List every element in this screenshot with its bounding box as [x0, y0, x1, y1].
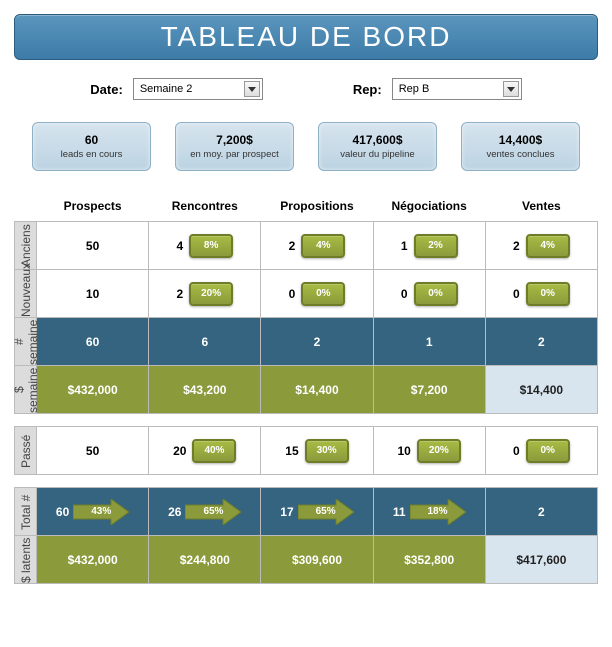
cell: 17 65%	[261, 488, 373, 536]
date-value: Semaine 2	[140, 83, 193, 95]
cell: $309,600	[261, 536, 373, 584]
cell: 2040%	[149, 427, 261, 475]
header-row: Prospects Rencontres Propositions Négoci…	[15, 195, 598, 222]
cell: $244,800	[149, 536, 261, 584]
cell: 60 43%	[37, 488, 149, 536]
cell: 00%	[485, 270, 597, 318]
pct-badge: 2%	[414, 234, 458, 258]
cell: 6	[149, 318, 261, 366]
row-label-total: Total #	[15, 488, 37, 536]
cell: $14,400	[485, 366, 597, 414]
cell: 1530%	[261, 427, 373, 475]
cell: 50	[37, 222, 149, 270]
cell: 24%	[485, 222, 597, 270]
col-negociations: Négociations	[373, 195, 485, 222]
rep-dropdown[interactable]: Rep B	[392, 78, 522, 100]
cell: 00%	[485, 427, 597, 475]
cell: 00%	[373, 270, 485, 318]
cell: 11 18%	[373, 488, 485, 536]
cell: $432,000	[37, 536, 149, 584]
cell: 2	[261, 318, 373, 366]
cell: 220%	[149, 270, 261, 318]
cell: 48%	[149, 222, 261, 270]
page-title: TABLEAU DE BORD	[14, 14, 598, 60]
cell: $352,800	[373, 536, 485, 584]
row-label-count: # semaine	[15, 318, 37, 366]
kpi-value: 417,600$	[323, 133, 432, 147]
kpi-value: 7,200$	[180, 133, 289, 147]
row-latents: $ latents $432,000 $244,800 $309,600 $35…	[15, 536, 598, 584]
date-dropdown[interactable]: Semaine 2	[133, 78, 263, 100]
pct-badge: 4%	[526, 234, 570, 258]
cell: $417,600	[485, 536, 597, 584]
pct-badge: 20%	[417, 439, 461, 463]
cell: $43,200	[149, 366, 261, 414]
arrow-icon: 18%	[410, 499, 466, 525]
cell: $432,000	[37, 366, 149, 414]
row-label-money: $ semaine	[15, 366, 37, 414]
total-table: Total # 60 43% 26 65% 17	[14, 487, 598, 584]
cell: 24%	[261, 222, 373, 270]
kpi-row: 60 leads en cours 7,200$ en moy. par pro…	[14, 122, 598, 171]
date-label: Date:	[90, 82, 123, 97]
col-prospects: Prospects	[37, 195, 149, 222]
kpi-closed: 14,400$ ventes conclues	[461, 122, 580, 171]
col-propositions: Propositions	[261, 195, 373, 222]
row-count: # semaine 60 6 2 1 2	[15, 318, 598, 366]
kpi-pipeline: 417,600$ valeur du pipeline	[318, 122, 437, 171]
kpi-label: ventes conclues	[466, 149, 575, 160]
pipeline-table: Prospects Rencontres Propositions Négoci…	[14, 195, 598, 414]
kpi-label: valeur du pipeline	[323, 149, 432, 160]
cell: 00%	[261, 270, 373, 318]
row-total: Total # 60 43% 26 65% 17	[15, 488, 598, 536]
row-money: $ semaine $432,000 $43,200 $14,400 $7,20…	[15, 366, 598, 414]
row-label-nouveaux: Nouveaux	[15, 270, 37, 318]
cell: 2	[485, 318, 597, 366]
cell: 2	[485, 488, 597, 536]
pct-badge: 0%	[414, 282, 458, 306]
arrow-icon: 43%	[73, 499, 129, 525]
row-passe: Passé 50 2040% 1530% 1020% 00%	[15, 427, 598, 475]
pct-badge: 8%	[189, 234, 233, 258]
kpi-avg-prospect: 7,200$ en moy. par prospect	[175, 122, 294, 171]
cell: 1	[373, 318, 485, 366]
pct-badge: 0%	[526, 439, 570, 463]
pct-badge: 20%	[189, 282, 233, 306]
cell: $7,200	[373, 366, 485, 414]
row-label-anciens: Anciens	[15, 222, 37, 270]
cell: $14,400	[261, 366, 373, 414]
cell: 60	[37, 318, 149, 366]
chevron-down-icon	[244, 81, 260, 97]
pct-badge: 30%	[305, 439, 349, 463]
row-anciens: Anciens 50 48% 24% 12% 24%	[15, 222, 598, 270]
row-label-passe: Passé	[15, 427, 37, 475]
pct-badge: 4%	[301, 234, 345, 258]
arrow-icon: 65%	[185, 499, 241, 525]
chevron-down-icon	[503, 81, 519, 97]
pct-badge: 40%	[192, 439, 236, 463]
cell: 26 65%	[149, 488, 261, 536]
row-nouveaux: Nouveaux 10 220% 00% 00% 00%	[15, 270, 598, 318]
filter-bar: Date: Semaine 2 Rep: Rep B	[14, 78, 598, 100]
col-rencontres: Rencontres	[149, 195, 261, 222]
cell: 12%	[373, 222, 485, 270]
cell: 10	[37, 270, 149, 318]
rep-value: Rep B	[399, 83, 430, 95]
passe-table: Passé 50 2040% 1530% 1020% 00%	[14, 426, 598, 475]
arrow-icon: 65%	[298, 499, 354, 525]
kpi-value: 14,400$	[466, 133, 575, 147]
kpi-label: en moy. par prospect	[180, 149, 289, 160]
pct-badge: 0%	[526, 282, 570, 306]
pct-badge: 0%	[301, 282, 345, 306]
cell: 50	[37, 427, 149, 475]
cell: 1020%	[373, 427, 485, 475]
rep-filter: Rep: Rep B	[353, 78, 522, 100]
kpi-label: leads en cours	[37, 149, 146, 160]
rep-label: Rep:	[353, 82, 382, 97]
col-ventes: Ventes	[485, 195, 597, 222]
date-filter: Date: Semaine 2	[90, 78, 263, 100]
kpi-leads: 60 leads en cours	[32, 122, 151, 171]
kpi-value: 60	[37, 133, 146, 147]
row-label-latents: $ latents	[15, 536, 37, 584]
